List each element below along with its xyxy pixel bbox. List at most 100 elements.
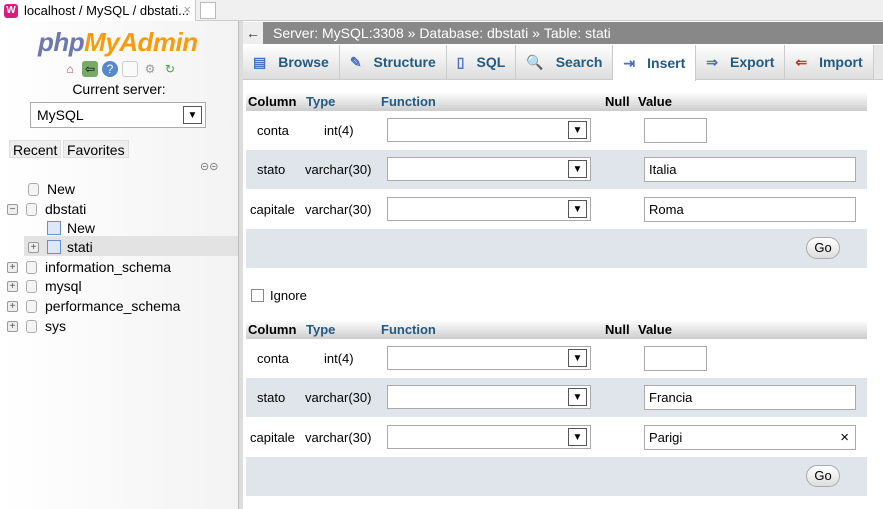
breadcrumb-table[interactable]: Table: stati [544,25,611,41]
recent-button[interactable]: Recent [9,140,62,158]
column-name: stato [257,162,286,178]
form-header: Column Type Function Null Value [246,92,867,111]
breadcrumb-server[interactable]: Server: MySQL:3308 [273,25,404,41]
function-select[interactable]: ▼ [387,196,591,221]
ignore-option[interactable]: Ignore [251,288,307,303]
tree-performance-schema[interactable]: + performance_schema [7,296,180,316]
phpmyadmin-logo[interactable]: phpMyAdmin [38,27,198,58]
chevron-down-icon: ▼ [568,121,587,139]
clear-input-icon[interactable]: × [840,429,849,446]
function-select[interactable]: ▼ [387,118,591,142]
panel-resizer[interactable] [238,21,243,509]
expand-icon[interactable]: + [28,241,39,253]
browser-tab-bar: W localhost / MySQL / dbstati... × [0,0,883,21]
table-row: stato varchar(30) ▼ Francia [246,378,867,418]
tab-bar: ▤ Browse ✎ Structure ▯ SQL 🔍 Search ⇥ Insert … [243,45,883,81]
tree-sys[interactable]: + sys [7,316,66,336]
type-header[interactable]: Type [306,322,335,337]
breadcrumb: ← Server: MySQL:3308 » Database: dbstati… [243,22,883,44]
table-row: conta int(4) ▼ [246,339,867,378]
form-footer: Go [246,229,867,268]
tab-search[interactable]: 🔍 Search [516,45,614,79]
logout-icon[interactable]: ⇦ [82,61,98,77]
structure-icon: ✎ [349,53,362,70]
database-icon [26,260,37,274]
reload-icon[interactable]: ↻ [162,61,178,77]
server-select[interactable]: MySQL ▼ [30,102,206,128]
current-server-label: Current server: [72,81,166,97]
table-icon [47,240,61,254]
database-icon [26,202,37,216]
database-icon [26,319,37,333]
tab-insert[interactable]: ⇥ Insert [613,45,697,81]
tab-title: localhost / MySQL / dbstati... [24,3,189,18]
tree-mysql[interactable]: + mysql [7,276,82,296]
navigation-panel: phpMyAdmin ⌂ ⇦ ? ⚙ ↻ Current server: MyS… [0,21,238,509]
function-select[interactable]: ▼ [387,385,591,410]
table-row: capitale varchar(30) ▼ Parigi × [246,418,867,457]
column-name: capitale [250,429,295,445]
value-input[interactable] [644,346,707,371]
help-icon[interactable]: ? [102,61,118,77]
form-footer: Go [246,457,867,496]
chevron-down-icon: ▼ [183,106,202,124]
tree-dbstati[interactable]: − dbstati [7,199,86,219]
settings-icon[interactable]: ⚙ [142,61,158,77]
database-icon [26,299,37,313]
ignore-checkbox[interactable] [251,289,264,302]
docs-icon[interactable] [122,61,138,77]
chevron-down-icon: ▼ [568,160,587,179]
value-input[interactable]: Parigi × [644,424,856,450]
browse-icon: ▤ [253,53,267,70]
tab-import[interactable]: ⇐ Import [785,45,874,79]
tree-table-stati[interactable]: + stati [28,237,93,257]
column-name: stato [257,390,286,406]
favorites-button[interactable]: Favorites [63,140,129,158]
table-row: conta int(4) ▼ [246,111,867,150]
column-type: int(4) [324,123,354,138]
database-icon [28,182,39,196]
expand-icon[interactable]: + [7,300,18,312]
tree-new-table[interactable]: New [47,218,95,238]
function-select[interactable]: ▼ [387,346,591,370]
chevron-down-icon: ▼ [568,427,587,446]
tab-export[interactable]: ⇒ Export [696,45,786,79]
wamp-icon: W [4,3,18,18]
column-type: varchar(30) [305,162,372,178]
tab-browse[interactable]: ▤ Browse [243,45,340,79]
go-button[interactable]: Go [806,237,840,259]
link-icon[interactable]: ⊝⊝ [200,160,218,173]
expand-icon[interactable]: + [7,261,18,273]
export-icon: ⇒ [706,53,719,70]
chevron-down-icon: ▼ [568,349,587,367]
expand-icon[interactable]: + [7,280,18,292]
tree-information-schema[interactable]: + information_schema [7,257,171,277]
new-tab-button[interactable] [200,2,216,19]
column-type: int(4) [324,351,354,366]
column-type: varchar(30) [305,390,372,406]
back-arrow-icon[interactable]: ← [243,22,263,44]
close-tab-icon[interactable]: × [183,2,191,17]
value-input[interactable]: Italia [644,157,856,183]
collapse-icon[interactable]: − [7,203,18,215]
column-type: varchar(30) [305,201,372,217]
function-select[interactable]: ▼ [387,424,591,449]
import-icon: ⇐ [795,53,808,70]
insert-icon: ⇥ [623,54,636,71]
home-icon[interactable]: ⌂ [62,61,78,77]
tree-new-database[interactable]: New [28,179,75,199]
value-input[interactable]: Roma [644,196,856,222]
value-input[interactable]: Francia [644,385,856,411]
expand-icon[interactable]: + [7,320,18,332]
value-input[interactable] [644,118,707,143]
tab-structure[interactable]: ✎ Structure [339,45,447,79]
go-button[interactable]: Go [806,465,840,487]
form-header: Column Type Function Null Value [246,320,867,339]
tab-sql[interactable]: ▯ SQL [446,45,517,79]
function-select[interactable]: ▼ [387,157,591,182]
breadcrumb-database[interactable]: Database: dbstati [419,25,528,41]
browser-tab[interactable]: W localhost / MySQL / dbstati... × [0,0,196,21]
table-row: stato varchar(30) ▼ Italia [246,150,867,190]
sql-icon: ▯ [456,53,465,70]
type-header[interactable]: Type [306,94,335,109]
